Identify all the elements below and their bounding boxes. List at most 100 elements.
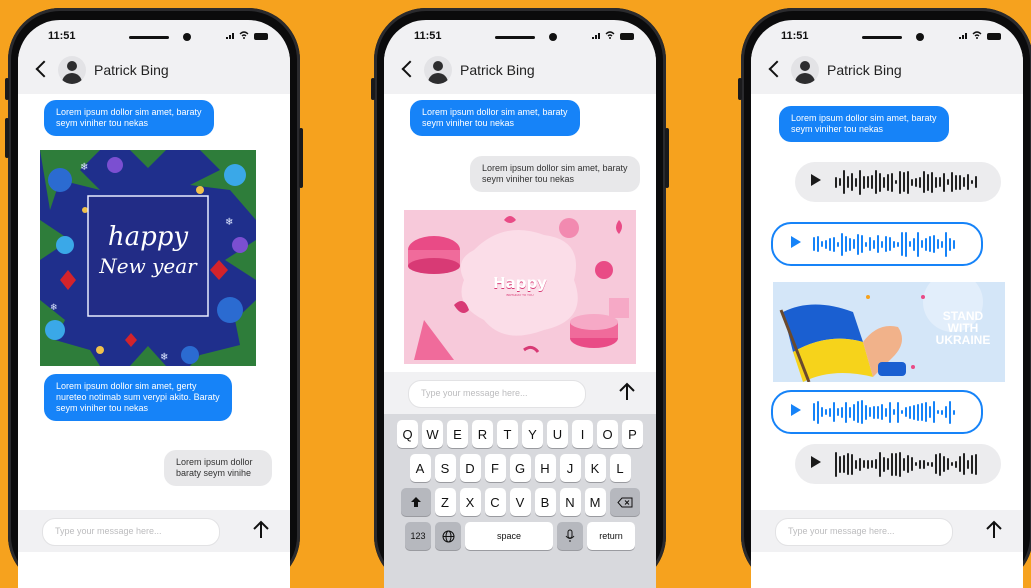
backspace-key-icon[interactable]	[609, 488, 640, 516]
key-z[interactable]: Z	[434, 488, 456, 516]
waveform-bar	[821, 241, 823, 247]
key-m[interactable]: M	[584, 488, 606, 516]
key-w[interactable]: W	[422, 420, 443, 448]
voice-message-sent[interactable]	[771, 222, 983, 266]
status-icons	[225, 31, 268, 41]
voice-message-received[interactable]	[795, 444, 1001, 484]
waveform-bar	[891, 452, 893, 476]
phone-3: 11:51 Patrick Bing Lorem ipsum dollor si…	[738, 8, 1031, 588]
chat-header: Patrick Bing	[384, 50, 656, 94]
numbers-key[interactable]: 123	[405, 522, 431, 550]
message-input-bar	[384, 372, 656, 414]
side-button	[5, 78, 9, 100]
card-text-new-year: New year	[99, 254, 197, 278]
key-o[interactable]: O	[597, 420, 618, 448]
voice-message-received[interactable]	[795, 162, 1001, 202]
key-x[interactable]: X	[459, 488, 481, 516]
waveform-bar	[933, 235, 935, 253]
microphone-key-icon[interactable]	[557, 522, 583, 550]
side-button	[738, 78, 742, 100]
waveform-bar	[929, 236, 931, 252]
key-k[interactable]: K	[584, 454, 606, 482]
back-chevron-icon[interactable]	[768, 60, 786, 78]
return-key[interactable]: return	[587, 522, 635, 550]
play-icon[interactable]	[811, 174, 821, 186]
waveform-bar	[971, 180, 973, 184]
waveform-bar	[835, 176, 837, 188]
key-p[interactable]: P	[622, 420, 643, 448]
svg-text:❄: ❄	[80, 162, 88, 173]
waveform-bar	[967, 174, 969, 190]
key-c[interactable]: C	[484, 488, 506, 516]
key-j[interactable]: J	[559, 454, 581, 482]
waveform-bar	[939, 452, 941, 476]
waveform-bar	[867, 176, 869, 188]
waveform-bar	[887, 173, 889, 191]
avatar[interactable]	[791, 56, 819, 84]
send-arrow-icon[interactable]	[616, 381, 638, 403]
waveform-bar	[845, 401, 847, 423]
message-bubble: Lorem ipsum dollor baraty seym vinihe	[164, 450, 272, 486]
back-chevron-icon[interactable]	[35, 60, 53, 78]
message-text-field[interactable]	[421, 388, 581, 398]
waveform-bar	[887, 458, 889, 470]
card-text-ukraine: UKRAINE	[935, 333, 991, 347]
waveform-bar	[825, 239, 827, 249]
key-g[interactable]: G	[509, 454, 531, 482]
message-input[interactable]	[408, 380, 586, 408]
status-bar: 11:51	[18, 20, 290, 50]
voice-message-sent[interactable]	[771, 390, 983, 434]
key-s[interactable]: S	[434, 454, 456, 482]
chat-area: Lorem ipsum dollor sim amet, baraty seym…	[18, 94, 290, 588]
waveform-bar	[959, 456, 961, 472]
waveform-bar	[923, 171, 925, 193]
back-chevron-icon[interactable]	[401, 60, 419, 78]
waveform-bar	[835, 451, 837, 477]
waveform-bar	[885, 407, 887, 417]
play-icon[interactable]	[811, 456, 821, 468]
send-arrow-icon[interactable]	[983, 519, 1005, 541]
key-q[interactable]: Q	[397, 420, 418, 448]
space-key[interactable]: space	[465, 522, 553, 550]
waveform	[813, 398, 955, 426]
avatar[interactable]	[424, 56, 452, 84]
key-h[interactable]: H	[534, 454, 556, 482]
key-f[interactable]: F	[484, 454, 506, 482]
key-a[interactable]: A	[409, 454, 431, 482]
key-r[interactable]: R	[472, 420, 493, 448]
waveform-bar	[843, 170, 845, 194]
key-u[interactable]: U	[547, 420, 568, 448]
avatar[interactable]	[58, 56, 86, 84]
key-y[interactable]: Y	[522, 420, 543, 448]
waveform-bar	[905, 231, 907, 257]
waveform-bar	[859, 169, 861, 195]
play-icon[interactable]	[791, 236, 801, 248]
key-t[interactable]: T	[497, 420, 518, 448]
waveform-bar	[851, 453, 853, 475]
key-e[interactable]: E	[447, 420, 468, 448]
signal-icon	[591, 33, 600, 39]
key-i[interactable]: I	[572, 420, 593, 448]
key-v[interactable]: V	[509, 488, 531, 516]
key-l[interactable]: L	[609, 454, 631, 482]
waveform-bar	[847, 176, 849, 188]
message-input[interactable]	[775, 518, 953, 546]
message-text-field[interactable]	[55, 526, 215, 536]
waveform-bar	[927, 462, 929, 466]
new-year-card-image: ❄ ❄ ❄ ❄ happy New year	[40, 150, 256, 366]
key-d[interactable]: D	[459, 454, 481, 482]
waveform-bar	[933, 401, 935, 423]
waveform-bar	[903, 457, 905, 471]
message-bubble: Lorem ipsum dollor sim amet, baraty seym…	[410, 100, 580, 136]
waveform-bar	[909, 405, 911, 419]
send-arrow-icon[interactable]	[250, 519, 272, 541]
shift-key-icon[interactable]	[400, 488, 431, 516]
globe-key-icon[interactable]	[435, 522, 461, 550]
key-b[interactable]: B	[534, 488, 556, 516]
key-n[interactable]: N	[559, 488, 581, 516]
message-input[interactable]	[42, 518, 220, 546]
waveform-bar	[871, 460, 873, 468]
message-text-field[interactable]	[788, 526, 948, 536]
side-button	[5, 118, 9, 158]
play-icon[interactable]	[791, 404, 801, 416]
